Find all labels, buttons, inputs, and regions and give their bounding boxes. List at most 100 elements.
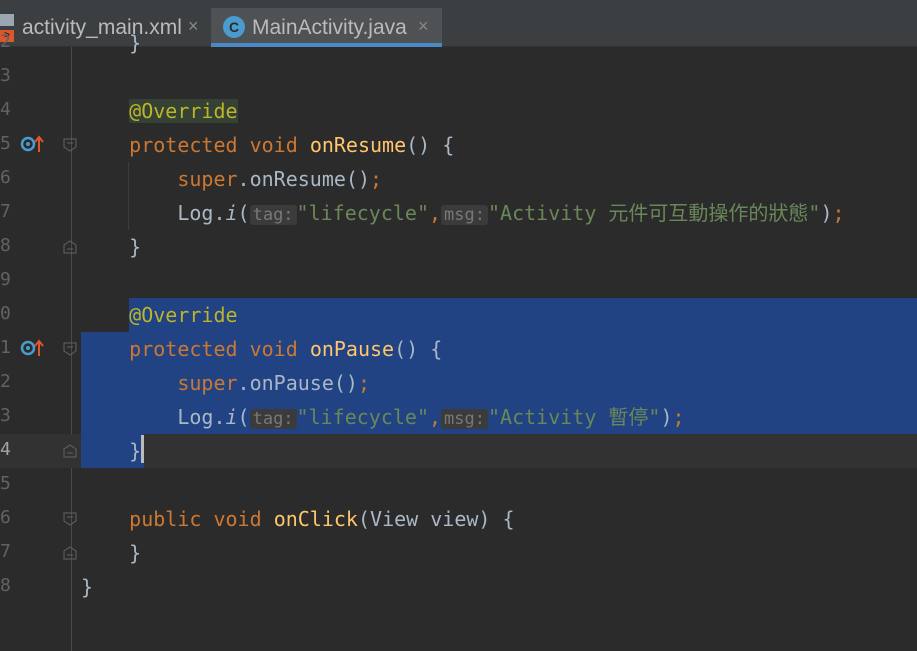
method-call: i: [225, 201, 238, 225]
string-literal: "lifecycle": [296, 405, 429, 429]
indent-guide: [128, 162, 129, 230]
code-text: public void onClick(View view) {: [81, 502, 515, 536]
keyword: void: [249, 133, 298, 157]
punctuation: ,: [429, 405, 442, 429]
method-call: .onResume(): [237, 167, 370, 191]
selection-highlight: [129, 298, 917, 332]
line-number: 8: [0, 235, 11, 256]
fold-end-icon[interactable]: [63, 444, 77, 458]
fold-end-icon[interactable]: [63, 546, 77, 560]
code-line: 8 }: [0, 570, 917, 604]
brace: }: [129, 31, 142, 55]
code-line: 5: [0, 468, 917, 502]
param-hint: tag:: [249, 205, 297, 225]
code-line: 3 Log.i(tag: "lifecycle", msg: "Activity 暫停…: [0, 400, 917, 434]
param-hint: msg:: [441, 409, 488, 429]
line-number: 9: [0, 269, 11, 290]
code-line: 7 Log.i(tag: "lifecycle", msg: "Activity 元件…: [0, 196, 917, 230]
line-number: 4: [0, 439, 11, 460]
punctuation: () {: [406, 133, 455, 157]
fold-end-icon[interactable]: [63, 240, 77, 254]
line-number: 3: [0, 65, 11, 86]
keyword: super: [177, 371, 238, 395]
punctuation: () {: [394, 337, 443, 361]
punctuation: ;: [357, 371, 371, 395]
punctuation: (: [237, 405, 250, 429]
fold-collapse-icon[interactable]: [63, 342, 77, 356]
code-text: }: [81, 26, 141, 60]
code-text: }: [81, 536, 141, 570]
keyword: void: [213, 507, 262, 531]
code-text: protected void onPause() {: [81, 332, 442, 366]
parameters: (View view) {: [357, 507, 515, 531]
code-line: 4 }: [0, 434, 917, 468]
code-line: 9: [0, 264, 917, 298]
brace: }: [129, 541, 142, 565]
punctuation: ;: [672, 405, 685, 429]
line-number: 8: [0, 575, 11, 596]
line-number: 2: [0, 371, 11, 392]
keyword: protected: [129, 337, 238, 361]
line-number: 6: [0, 167, 11, 188]
overrides-method-icon[interactable]: [20, 133, 46, 155]
punctuation: ): [660, 405, 673, 429]
fold-collapse-icon[interactable]: [63, 512, 77, 526]
string-literal: "lifecycle": [296, 201, 429, 225]
punctuation: (: [237, 201, 250, 225]
override-annotation: @Override: [129, 99, 238, 123]
line-number: 3: [0, 405, 11, 426]
code-text: super.onResume();: [81, 162, 382, 196]
code-text: super.onPause();: [81, 366, 370, 400]
line-number: 5: [0, 133, 11, 154]
code-line: 4 @Override: [0, 94, 917, 128]
method-name: onPause: [309, 337, 395, 361]
text-caret: [141, 435, 144, 463]
line-number: 7: [0, 201, 11, 222]
code-line: 2 super.onPause();: [0, 366, 917, 400]
code-editor[interactable]: 2 } 3 4 @Override 5 protected void onRes…: [0, 31, 917, 651]
code-text: protected void onResume() {: [81, 128, 454, 162]
method-name: onClick: [273, 507, 358, 531]
param-hint: msg:: [441, 205, 488, 225]
method-name: onResume: [309, 133, 407, 157]
code-line: 0 @Override: [0, 298, 917, 332]
param-hint: tag:: [249, 409, 297, 429]
brace: }: [129, 235, 142, 259]
code-text: Log.i(tag: "lifecycle", msg: "Activity 暫停")…: [81, 400, 685, 434]
code-text: }: [81, 570, 93, 604]
keyword: void: [249, 337, 298, 361]
line-number: 0: [0, 303, 11, 324]
code-text: @Override: [81, 94, 238, 128]
class-ref: Log.: [177, 405, 226, 429]
string-literal: "Activity 元件可互動操作的狀態": [488, 201, 821, 225]
keyword: protected: [129, 133, 238, 157]
override-annotation: @Override: [129, 303, 238, 327]
line-number: 4: [0, 99, 11, 120]
keyword: public: [129, 507, 202, 531]
code-line: 1 protected void onPause() {: [0, 332, 917, 366]
string-literal: "Activity 暫停": [488, 405, 661, 429]
overrides-method-icon[interactable]: [20, 337, 46, 359]
code-text: Log.i(tag: "lifecycle", msg: "Activity 元件可互…: [81, 196, 845, 230]
punctuation: ;: [370, 167, 383, 191]
brace: }: [129, 439, 142, 463]
line-number: 2: [0, 31, 11, 52]
punctuation: ,: [429, 201, 442, 225]
line-number: 1: [0, 337, 11, 358]
punctuation: ;: [832, 201, 845, 225]
code-line: 3: [0, 60, 917, 94]
code-line: 8 }: [0, 230, 917, 264]
code-line: 7 }: [0, 536, 917, 570]
fold-collapse-icon[interactable]: [63, 138, 77, 152]
brace: }: [81, 575, 94, 599]
code-line: 6 super.onResume();: [0, 162, 917, 196]
code-text: @Override: [81, 298, 238, 332]
code-text: }: [81, 230, 141, 264]
class-ref: Log.: [177, 201, 226, 225]
code-line: 6 public void onClick(View view) {: [0, 502, 917, 536]
code-text: }: [81, 434, 141, 468]
code-line: 2 }: [0, 26, 917, 60]
line-number: 6: [0, 507, 11, 528]
line-number: 7: [0, 541, 11, 562]
line-number: 5: [0, 473, 11, 494]
